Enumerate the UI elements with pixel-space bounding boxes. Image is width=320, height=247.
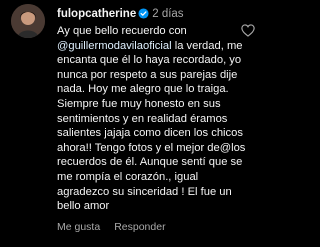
comment: fulopcatherine 2 días Ay que bello recuer…	[0, 0, 262, 247]
heart-outline-icon[interactable]	[241, 24, 255, 37]
reply-button[interactable]: Responder	[114, 221, 165, 233]
avatar-image	[11, 4, 45, 38]
comment-text-start: Ay que bello recuerdo con	[57, 25, 187, 37]
verified-badge-icon	[138, 8, 149, 23]
avatar[interactable]	[11, 4, 45, 38]
comment-text: Ay que bello recuerdo con @guillermodavi…	[57, 24, 247, 214]
comment-header: fulopcatherine 2 días	[57, 7, 184, 23]
like-button[interactable]: Me gusta	[57, 221, 100, 233]
timestamp: 2 días	[152, 8, 184, 20]
username[interactable]: fulopcatherine	[57, 8, 136, 20]
comment-actions: Me gusta Responder	[57, 221, 180, 233]
mention-link[interactable]: @guillermodavilaoficial	[57, 40, 172, 52]
comment-text-rest: la verdad, me encanta que él lo haya rec…	[57, 39, 246, 213]
